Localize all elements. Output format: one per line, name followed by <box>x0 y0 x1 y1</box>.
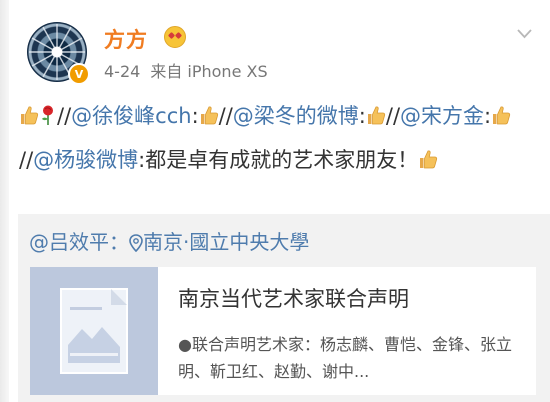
post-date: 4-24 <box>104 62 141 81</box>
post-text-fragment: // <box>218 104 233 128</box>
left-edge-shadow <box>0 0 9 402</box>
thumbs-up-icon <box>366 99 386 140</box>
chevron-down-icon[interactable] <box>517 26 532 41</box>
thumbs-up-icon <box>491 99 511 140</box>
thumbs-up-icon <box>199 99 219 140</box>
post-text-fragment: : <box>191 104 199 128</box>
post-text-fragment: : <box>358 104 366 128</box>
repost-separator: ： <box>109 230 129 254</box>
post-text: //@徐俊峰cch://@梁冬的微博://@宋方金://@杨骏微博:都是卓有成就… <box>19 96 544 184</box>
post-text-fragment: // <box>57 104 72 128</box>
repost-header: @吕效平： 南京·國立中央大學 <box>29 226 309 257</box>
mention-link[interactable]: @宋方金 <box>400 104 484 128</box>
post-text-fragment: :都是卓有成就的艺术家朋友！ <box>138 148 419 172</box>
post-text-fragment: // <box>19 148 34 172</box>
thumbs-up-icon <box>19 99 39 140</box>
post-source: 来自 iPhone XS <box>150 62 268 81</box>
mention-link[interactable]: @徐俊峰cch <box>71 104 191 128</box>
rose-icon <box>39 99 57 140</box>
repost-author-link[interactable]: @吕效平 <box>29 230 109 254</box>
post-text-fragment: : <box>484 104 492 128</box>
weibo-post: V 方方 4-24 来自 iPhone XS //@徐俊峰cch://@梁冬的微博… <box>9 0 550 402</box>
article-thumbnail-icon <box>30 267 158 395</box>
mention-link[interactable]: @杨骏微博 <box>33 148 138 172</box>
article-title: 南京当代艺术家联合声明 <box>178 287 409 311</box>
article-card[interactable]: 南京当代艺术家联合声明 ●联合声明艺术家：杨志麟、曹恺、金锋、张立明、靳卫红、赵… <box>30 267 536 395</box>
location-pin-icon <box>129 233 143 257</box>
post-meta: 4-24 来自 iPhone XS <box>104 58 268 82</box>
article-description: ●联合声明艺术家：杨志麟、曹恺、金锋、张立明、靳卫红、赵勤、谢中... <box>178 335 512 381</box>
post-text-fragment: // <box>385 104 401 128</box>
verified-v-icon: V <box>68 63 90 85</box>
thumbs-up-icon <box>418 143 438 184</box>
vip-emoji-icon <box>164 26 186 48</box>
repost-location-link[interactable]: 南京·國立中央大學 <box>143 230 309 254</box>
username[interactable]: 方方 <box>104 24 148 54</box>
repost-box[interactable]: @吕效平： 南京·國立中央大學 南京当代艺术家联合声明 ●联合声明艺术家：杨志麟、… <box>18 214 550 402</box>
mention-link[interactable]: @梁冬的微博 <box>233 104 359 128</box>
